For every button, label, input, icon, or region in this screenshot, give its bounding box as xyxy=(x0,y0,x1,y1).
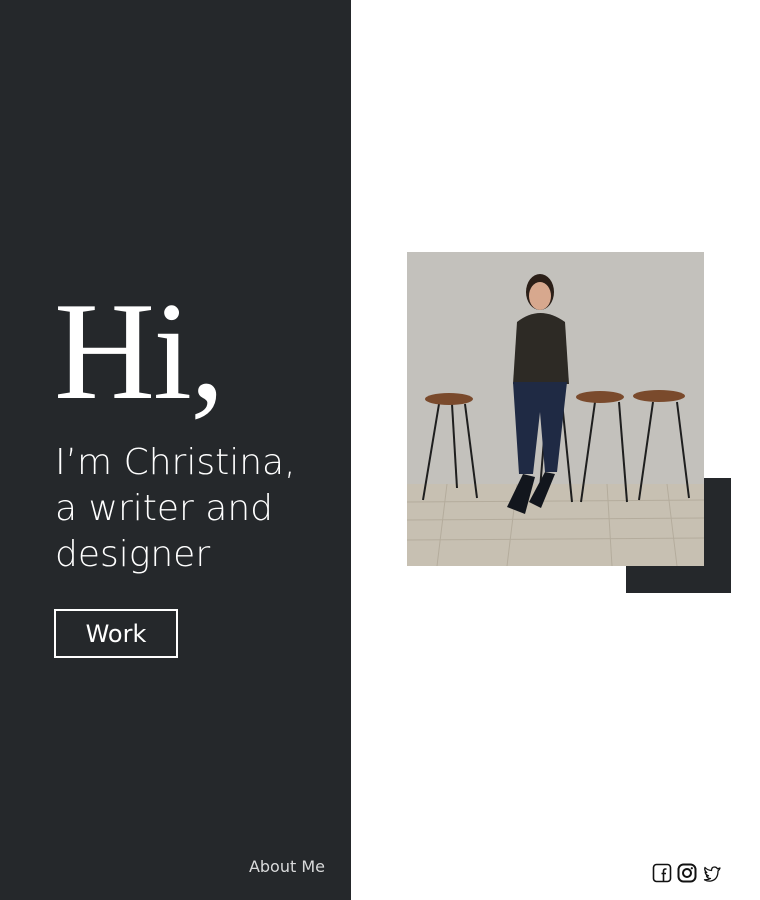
left-panel: Hi, I’m Christina, a writer and designer… xyxy=(0,0,351,900)
social-links xyxy=(652,862,722,884)
about-me-link[interactable]: About Me xyxy=(249,857,325,876)
profile-photo xyxy=(407,252,704,566)
hero-intro: I’m Christina, a writer and designer xyxy=(55,440,345,578)
hero-intro-line: designer xyxy=(55,534,211,575)
twitter-icon[interactable] xyxy=(702,863,722,883)
instagram-icon[interactable] xyxy=(677,863,697,883)
facebook-icon[interactable] xyxy=(652,863,672,883)
work-button[interactable]: Work xyxy=(54,609,178,658)
hero-intro-line: a writer and xyxy=(55,488,273,529)
hero-greeting: Hi, xyxy=(54,274,225,429)
hero-intro-line: I’m Christina, xyxy=(55,442,296,483)
